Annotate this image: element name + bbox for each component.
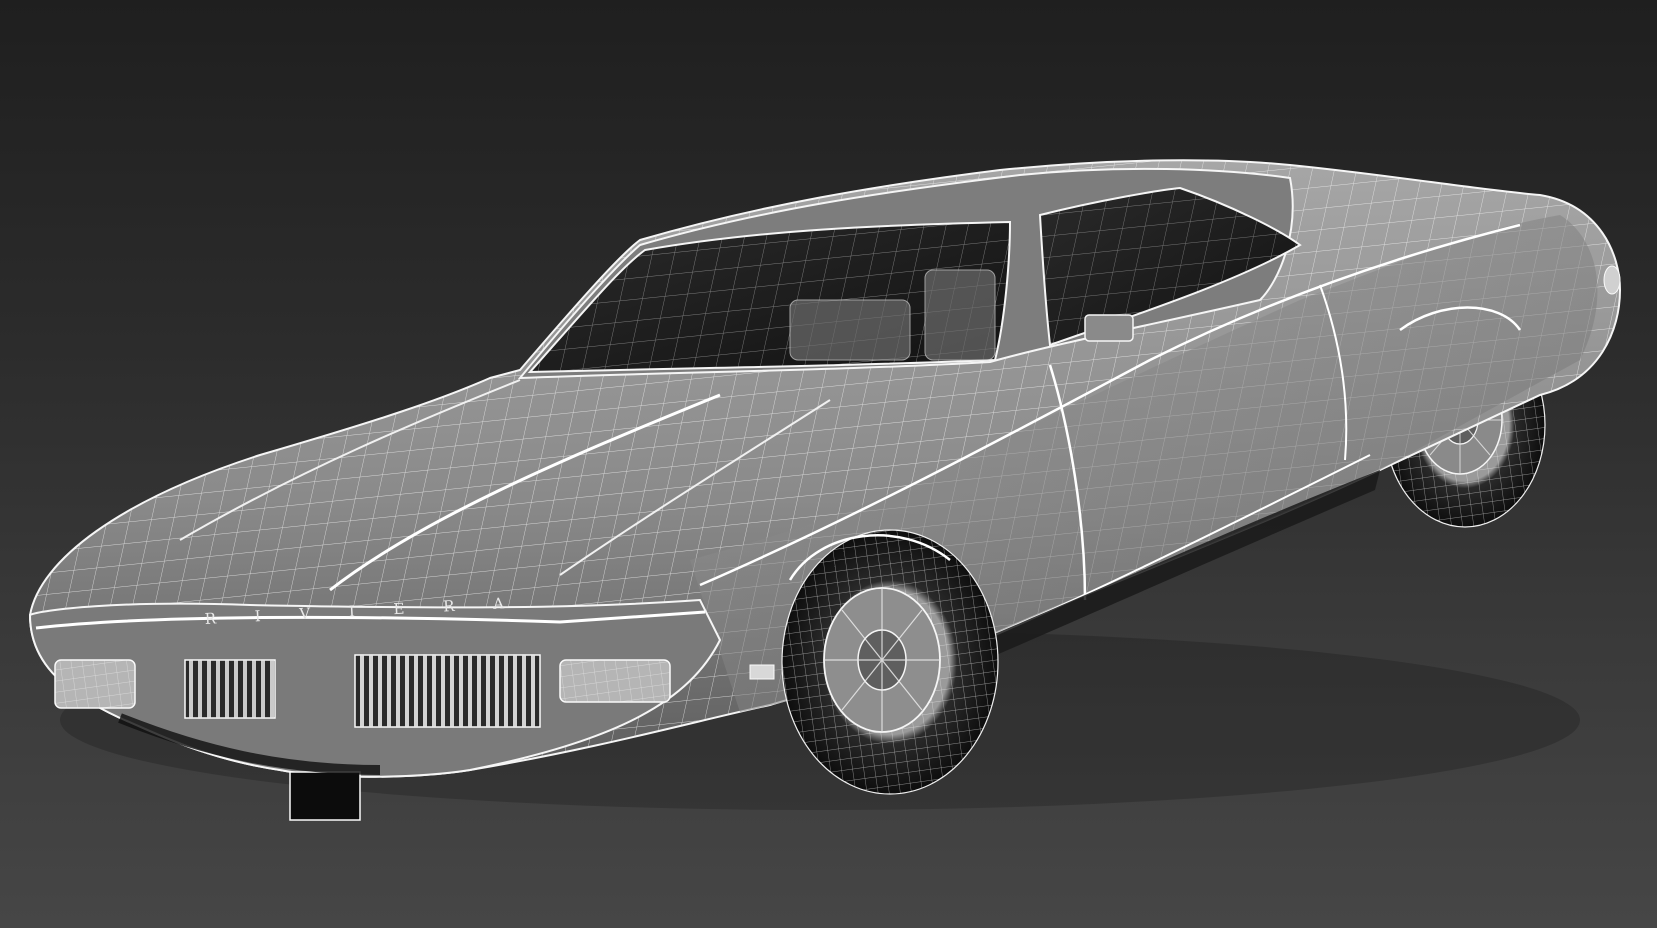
rear-taillight bbox=[1603, 265, 1621, 295]
side-mirror bbox=[1084, 314, 1134, 342]
car-wireframe-render: R I V I E R A bbox=[28, 159, 1622, 821]
front-wheel bbox=[781, 529, 999, 795]
side-marker bbox=[749, 664, 775, 680]
license-plate-recess bbox=[289, 771, 361, 821]
render-viewport: R I V I E R A bbox=[0, 0, 1657, 928]
